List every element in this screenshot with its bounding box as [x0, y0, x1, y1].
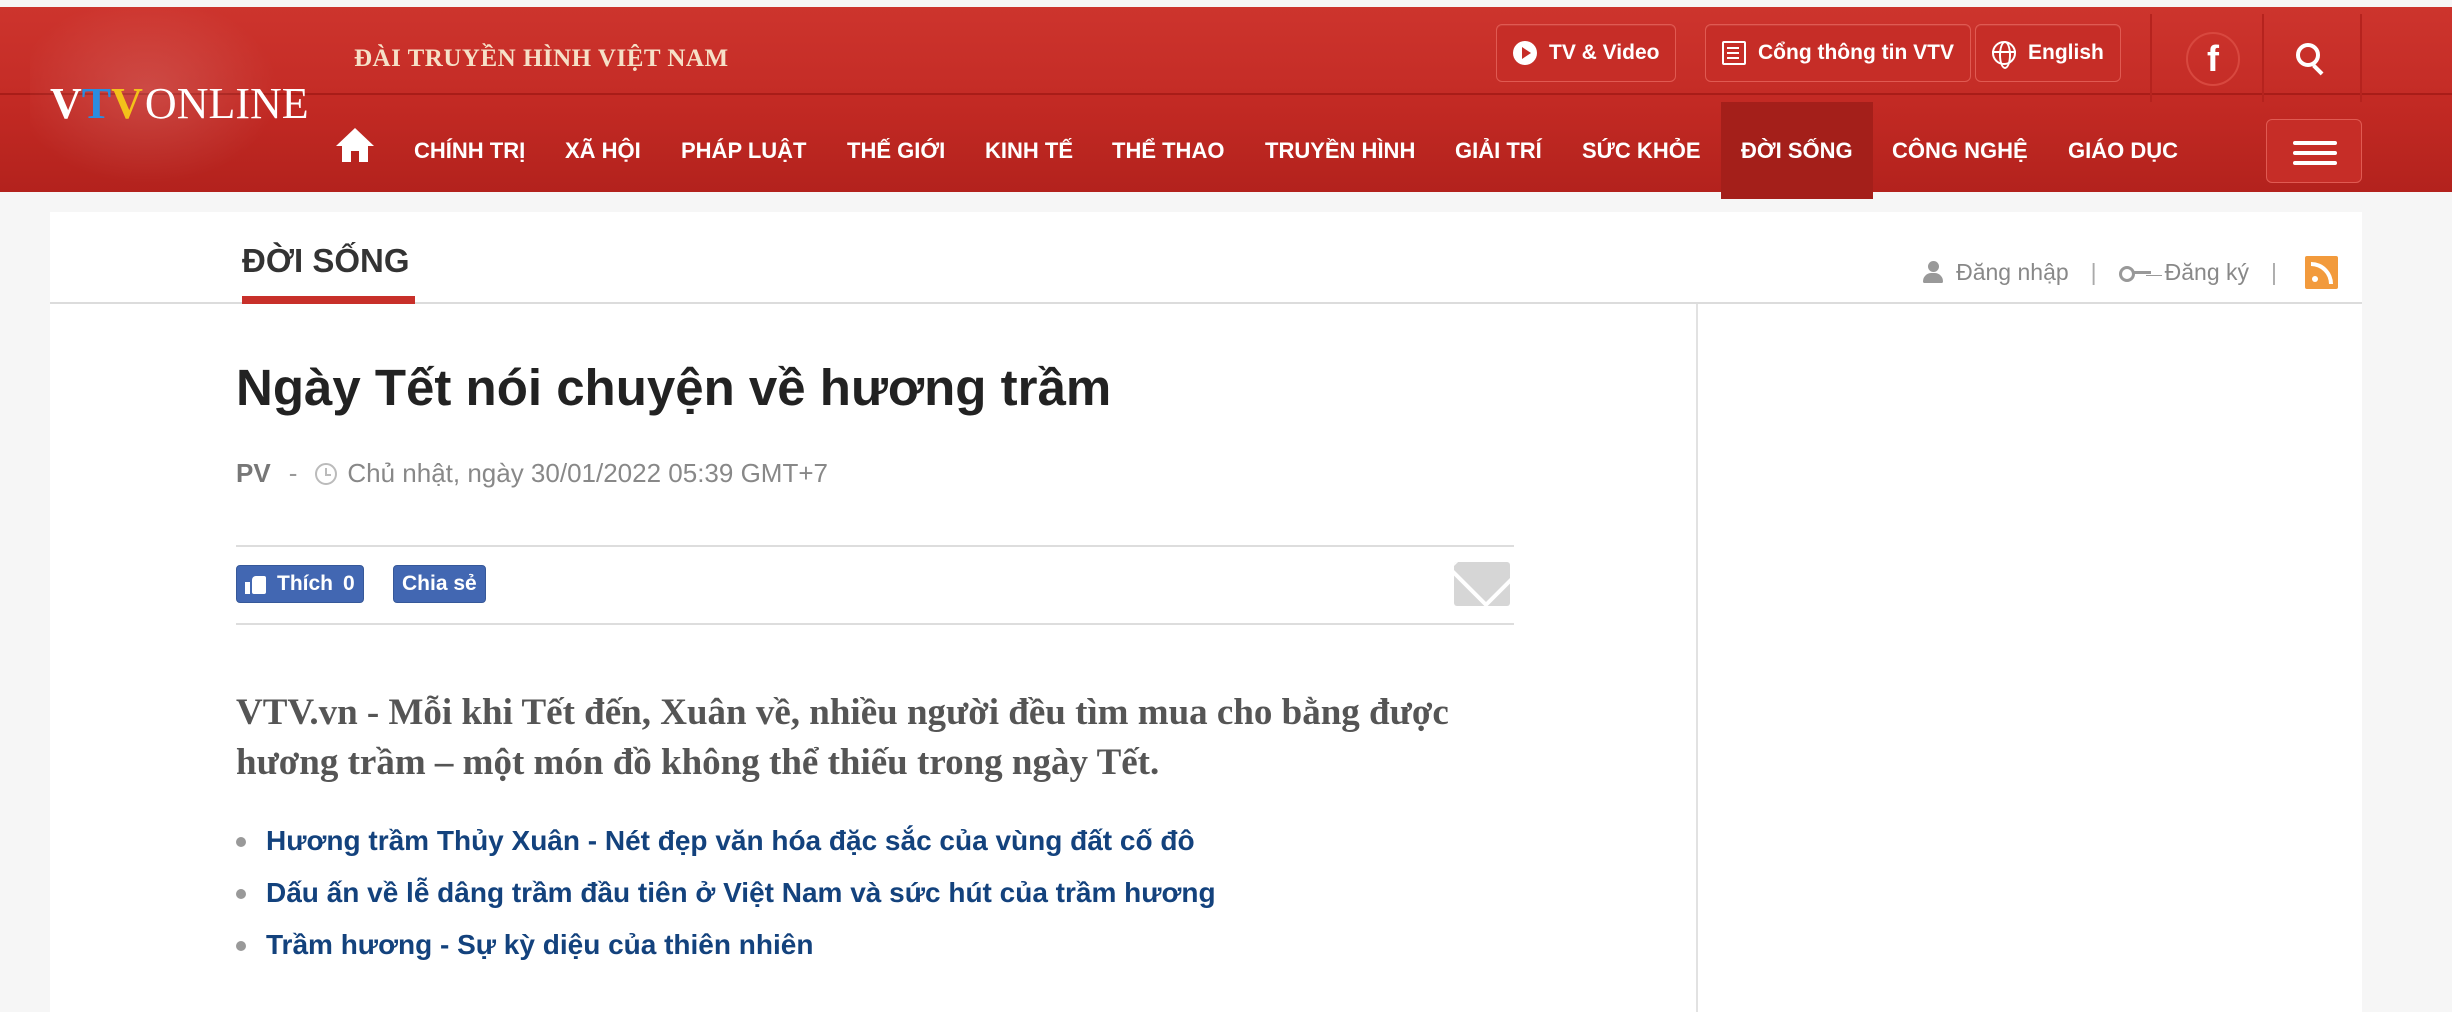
article-title: Ngày Tết nói chuyện về hương trầm — [236, 359, 1112, 416]
clock-icon — [315, 462, 338, 485]
tv-video-label: TV & Video — [1549, 41, 1660, 64]
header-divider — [2262, 14, 2264, 102]
section-underline — [242, 296, 415, 304]
header-divider — [2150, 14, 2152, 102]
link-separator: | — [2090, 259, 2097, 285]
nav-item-kinh-te[interactable]: KINH TẾ — [985, 102, 1073, 199]
portal-label: Cổng thông tin VTV — [1758, 41, 1954, 64]
like-count: 0 — [343, 572, 355, 595]
home-icon[interactable] — [336, 128, 374, 166]
facebook-share-button[interactable]: Chia sẻ — [393, 565, 486, 603]
share-label: Chia sẻ — [402, 572, 477, 595]
user-icon — [1922, 260, 1944, 285]
nav-item-chinh-tri[interactable]: CHÍNH TRỊ — [414, 102, 525, 199]
play-icon — [1513, 41, 1537, 65]
nav-item-doi-song[interactable]: ĐỜI SỐNG — [1721, 102, 1873, 199]
search-icon[interactable] — [2296, 43, 2326, 76]
related-link-text[interactable]: Hương trầm Thủy Xuân - Nét đẹp văn hóa đ… — [266, 825, 1195, 856]
like-label: Thích — [277, 572, 333, 595]
register-link[interactable]: Đăng ký — [2165, 259, 2249, 286]
link-separator: | — [2271, 259, 2277, 285]
nav-item-the-gioi[interactable]: THẾ GIỚI — [847, 102, 945, 199]
related-link-text[interactable]: Trầm hương - Sự kỳ diệu của thiên nhiên — [266, 929, 813, 960]
site-header: V T V ONLINE ĐÀI TRUYỀN HÌNH VIỆT NAM TV & … — [0, 7, 2452, 199]
nav-item-truyen-hinh[interactable]: TRUYỀN HÌNH — [1265, 102, 1415, 199]
tv-video-button[interactable]: TV & Video — [1496, 24, 1677, 82]
rss-icon[interactable] — [2305, 256, 2338, 289]
globe-icon — [1992, 41, 2016, 69]
facebook-glyph: f — [2207, 38, 2219, 79]
station-name: ĐÀI TRUYỀN HÌNH VIỆT NAM — [354, 45, 729, 72]
home-icon-door — [351, 151, 359, 162]
facebook-icon[interactable]: f — [2186, 32, 2240, 86]
share-bar: Thích 0 Chia sẻ — [236, 545, 1514, 625]
header-divider — [2360, 14, 2362, 102]
nav-item-phap-luat[interactable]: PHÁP LUẬT — [681, 102, 807, 199]
nav-item-cong-nghe[interactable]: CÔNG NGHỆ — [1892, 102, 2028, 199]
search-icon-ring — [2296, 43, 2320, 67]
facebook-like-button[interactable]: Thích 0 — [236, 565, 364, 603]
page-content: ĐỜI SỐNG Đăng nhập | Đăng ký | Ngày Tết … — [50, 212, 2362, 1012]
byline-dash: - — [288, 458, 298, 488]
related-link[interactable]: Dấu ấn về lễ dâng trầm đầu tiên ở Việt N… — [236, 873, 1216, 925]
newspaper-icon — [1722, 41, 1746, 65]
nav-item-giai-tri[interactable]: GIẢI TRÍ — [1455, 102, 1542, 199]
nav-item-suc-khoe[interactable]: SỨC KHỎE — [1582, 102, 1701, 199]
article-author: PV — [236, 458, 271, 488]
section-bar: ĐỜI SỐNG Đăng nhập | Đăng ký | — [50, 212, 2362, 304]
related-link-text[interactable]: Dấu ấn về lễ dâng trầm đầu tiên ở Việt N… — [266, 877, 1216, 908]
key-icon — [2118, 265, 2153, 282]
related-link[interactable]: Hương trầm Thủy Xuân - Nét đẹp văn hóa đ… — [236, 821, 1216, 873]
portal-button[interactable]: Cổng thông tin VTV — [1705, 24, 1971, 82]
english-button[interactable]: English — [1975, 24, 2121, 82]
related-links: Hương trầm Thủy Xuân - Nét đẹp văn hóa đ… — [236, 821, 1216, 977]
nav-item-the-thao[interactable]: THỂ THAO — [1112, 102, 1224, 199]
email-icon[interactable] — [1454, 562, 1510, 606]
nav-item-giao-duc[interactable]: GIÁO DỤC — [2068, 102, 2178, 199]
related-link[interactable]: Trầm hương - Sự kỳ diệu của thiên nhiên — [236, 925, 1216, 977]
main-navigation: CHÍNH TRỊ XÃ HỘI PHÁP LUẬT THẾ GIỚI KINH… — [0, 102, 2452, 199]
login-link[interactable]: Đăng nhập — [1956, 259, 2069, 286]
article-byline: PV - Chủ nhật, ngày 30/01/2022 05:39 GMT… — [236, 458, 828, 489]
article-date: Chủ nhật, ngày 30/01/2022 05:39 GMT+7 — [347, 458, 828, 488]
thumbs-up-icon — [245, 574, 267, 594]
section-title[interactable]: ĐỜI SỐNG — [242, 242, 410, 280]
hamburger-icon — [2293, 141, 2337, 145]
article-column: Ngày Tết nói chuyện về hương trầm PV - C… — [50, 304, 1698, 1012]
user-links: Đăng nhập | Đăng ký | — [1922, 256, 2338, 289]
hamburger-menu-button[interactable] — [2266, 119, 2362, 183]
english-label: English — [2028, 41, 2104, 64]
article-sapo: VTV.vn - Mỗi khi Tết đến, Xuân về, nhiều… — [236, 692, 1449, 783]
nav-item-xa-hoi[interactable]: XÃ HỘI — [565, 102, 641, 199]
